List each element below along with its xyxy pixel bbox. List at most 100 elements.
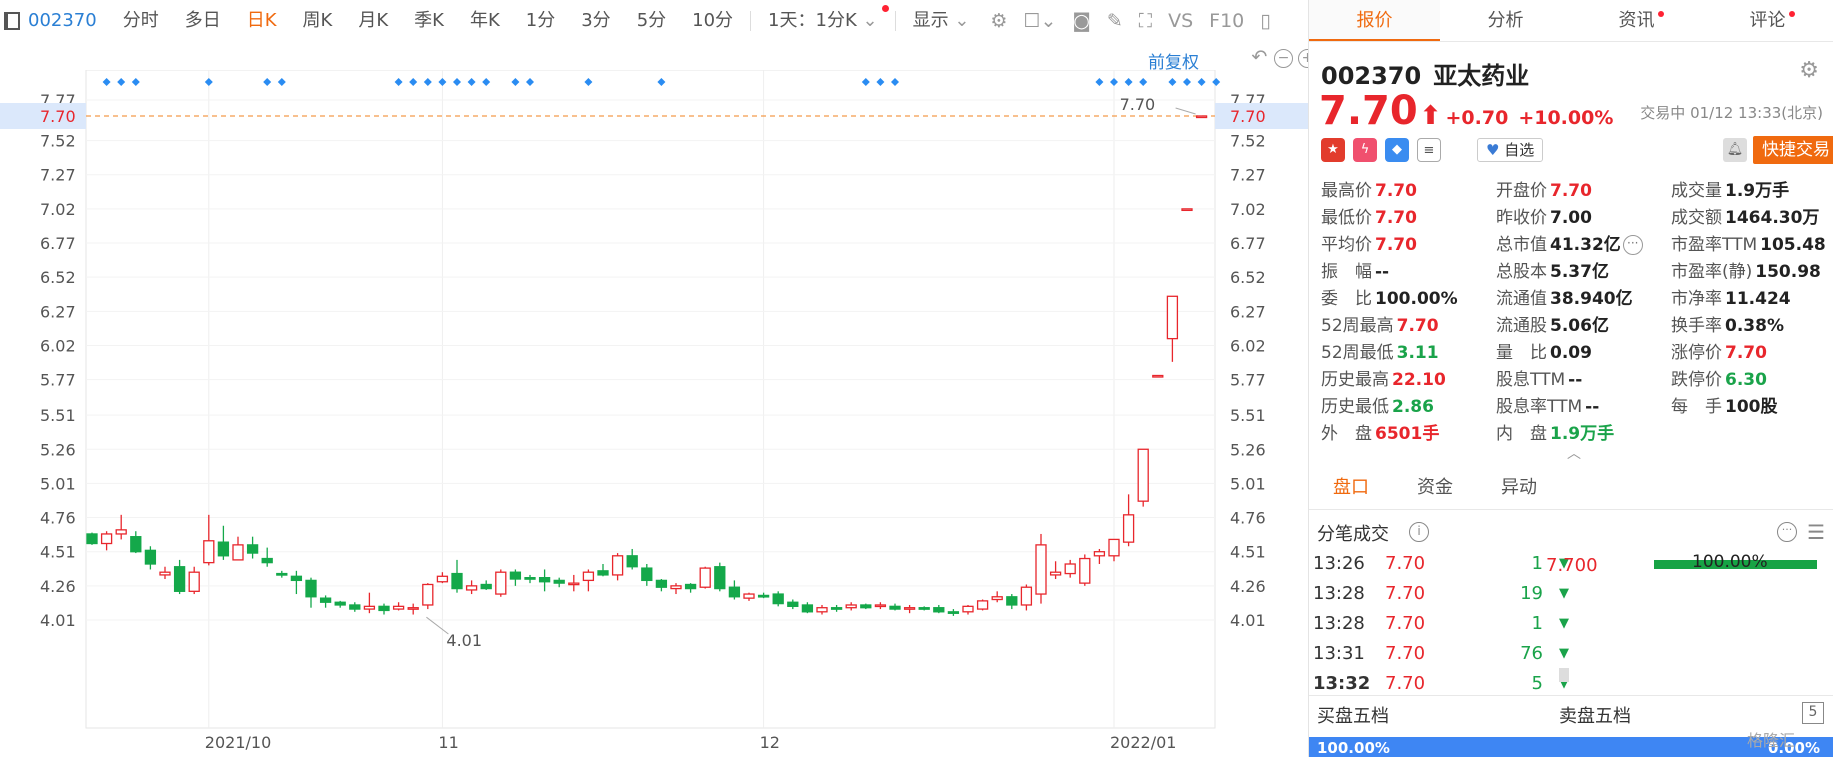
menu-icon[interactable] — [4, 12, 20, 30]
ticks-scrollbar[interactable] — [1559, 668, 1569, 682]
tab-capital-flow[interactable]: 资金 — [1393, 466, 1477, 509]
tab-quote[interactable]: 报价 — [1309, 0, 1440, 41]
candle-body — [144, 549, 157, 565]
five-levels-icon[interactable]: 5 — [1802, 702, 1824, 724]
tab-duori[interactable]: 多日 — [172, 0, 234, 42]
period-dropdown[interactable]: 1天：1分K ⌄ — [755, 0, 891, 42]
more-icon[interactable]: ··· — [1777, 522, 1797, 542]
square-icon[interactable]: ☐⌄ — [1015, 10, 1064, 32]
stat-item: 振 幅 -- — [1321, 259, 1496, 286]
stat-item: 流通值 38.940亿 — [1496, 286, 1671, 313]
tab-order-book[interactable]: 盘口 — [1309, 466, 1393, 509]
candle-body — [626, 555, 638, 568]
vs-icon[interactable]: VS — [1160, 10, 1201, 32]
sidebar-icon[interactable]: ▯ — [1252, 10, 1278, 32]
candle-body — [1035, 544, 1047, 595]
collapse-caret-icon[interactable]: ︿ — [1567, 443, 1581, 463]
tick-price: 7.70 — [1385, 583, 1426, 604]
more-icon[interactable]: ··· — [1622, 235, 1643, 255]
stat-item: 历史最高 22.10 — [1321, 367, 1496, 394]
candle-body — [801, 604, 814, 613]
candle-body — [787, 601, 799, 607]
candle-body — [1137, 448, 1149, 502]
tab-comments[interactable]: 评论 — [1702, 0, 1833, 41]
candle-body — [918, 607, 930, 610]
y-tick-label-left: 5.77 — [40, 371, 76, 390]
candle-body — [290, 575, 303, 582]
y-tick-label-left: 6.27 — [40, 302, 76, 321]
pencil-icon[interactable]: ✎ — [1099, 10, 1131, 32]
tab-10min[interactable]: 10分 — [679, 0, 746, 42]
candle-body — [305, 579, 317, 598]
gear-icon[interactable]: ⚙ — [982, 10, 1015, 32]
tab-yearly-k[interactable]: 年K — [457, 0, 513, 42]
add-watchlist-button[interactable]: ♥ 自选 — [1477, 138, 1544, 162]
lightning-icon[interactable]: ϟ — [1353, 138, 1377, 162]
tick-time: 13:26 — [1313, 553, 1365, 574]
candle-body — [524, 577, 536, 580]
display-dropdown[interactable]: 显示 ⌄ — [900, 0, 983, 42]
tab-daily-k[interactable]: 日K — [234, 0, 290, 42]
tab-unusual[interactable]: 异动 — [1477, 466, 1561, 509]
candlestick-chart[interactable]: 2021/1011122022/017.777.777.707.707.527.… — [0, 70, 1308, 750]
list-icon[interactable]: ☰ — [1807, 520, 1825, 544]
candle-body — [962, 605, 974, 613]
price-change-pct: +10.00% — [1518, 107, 1614, 129]
candle-body — [991, 596, 1003, 601]
candle-body — [947, 611, 960, 614]
quick-trade-button[interactable]: 快捷交易 — [1753, 136, 1833, 164]
tab-weekly-k[interactable]: 周K — [290, 0, 346, 42]
tick-price: 7.70 — [1385, 643, 1426, 664]
notification-dot — [881, 5, 889, 12]
tab-news[interactable]: 资讯 — [1571, 0, 1702, 41]
tab-1min[interactable]: 1分 — [513, 0, 568, 42]
tab-fenshi[interactable]: 分时 — [110, 0, 172, 42]
y-tick-label-right: 4.01 — [1230, 611, 1266, 630]
ticks-title: 分笔成交 — [1317, 524, 1389, 545]
y-tick-label-left: 6.02 — [40, 336, 76, 355]
stat-label: 52周最高 — [1321, 316, 1394, 336]
gear-icon[interactable]: ⚙ — [1799, 58, 1819, 83]
stat-label: 换手率 — [1671, 316, 1722, 336]
stat-value: 7.70 — [1550, 181, 1592, 201]
stats-row: 振 幅 -- 总股本 5.37亿 市盈率(静) 150.98 — [1321, 259, 1831, 286]
tab-monthly-k[interactable]: 月K — [345, 0, 401, 42]
candle-body — [743, 593, 755, 599]
stat-item: 市盈率(静) 150.98 — [1671, 259, 1831, 286]
camera-icon[interactable]: ◙ — [1064, 10, 1098, 32]
stat-label: 总市值 — [1496, 235, 1547, 255]
tag-icon[interactable]: ◆ — [1385, 138, 1409, 162]
candle-body — [1152, 374, 1164, 378]
stat-item: 最低价 7.70 — [1321, 205, 1496, 232]
bell-icon[interactable]: 🔔︎ — [1723, 138, 1747, 162]
y-tick-label-right: 6.77 — [1230, 234, 1266, 253]
zoom-out-icon[interactable]: − — [1274, 49, 1293, 68]
stat-label: 市盈率(静) — [1671, 262, 1753, 282]
stat-label: 委 比 — [1321, 289, 1372, 309]
stat-value: 6.30 — [1725, 370, 1767, 390]
stat-label: 量 比 — [1496, 343, 1547, 363]
tick-row: 13:28 7.70 1 ▼ — [1313, 609, 1573, 639]
f10-icon[interactable]: F10 — [1201, 10, 1252, 32]
stat-value: 1464.30万 — [1725, 208, 1820, 228]
x-tick-label: 11 — [438, 733, 458, 750]
tab-3min[interactable]: 3分 — [568, 0, 623, 42]
candle-body — [1020, 586, 1033, 606]
undo-icon[interactable]: ↶ — [1250, 48, 1269, 68]
chart-toolbar: 002370 分时 多日 日K 周K 月K 季K 年K 1分 3分 5分 10分… — [0, 0, 1308, 42]
distribution-price: 7.700 — [1546, 555, 1598, 576]
toolbar-divider — [894, 11, 896, 31]
note-icon[interactable]: ≡ — [1417, 138, 1441, 162]
tab-analysis[interactable]: 分析 — [1440, 0, 1571, 41]
candle-body — [319, 597, 332, 603]
tab-quarterly-k[interactable]: 季K — [401, 0, 457, 42]
candle-body — [611, 555, 624, 576]
candle-body — [100, 533, 113, 545]
info-icon[interactable]: i — [1409, 522, 1429, 542]
low-annotation-label: 4.01 — [446, 631, 482, 650]
stat-value: 1.9万手 — [1550, 424, 1615, 444]
notification-dot — [1658, 11, 1664, 17]
china-flag-icon[interactable]: ★ — [1321, 138, 1345, 162]
tab-5min[interactable]: 5分 — [624, 0, 679, 42]
expand-icon[interactable]: ⛶ — [1131, 10, 1160, 32]
